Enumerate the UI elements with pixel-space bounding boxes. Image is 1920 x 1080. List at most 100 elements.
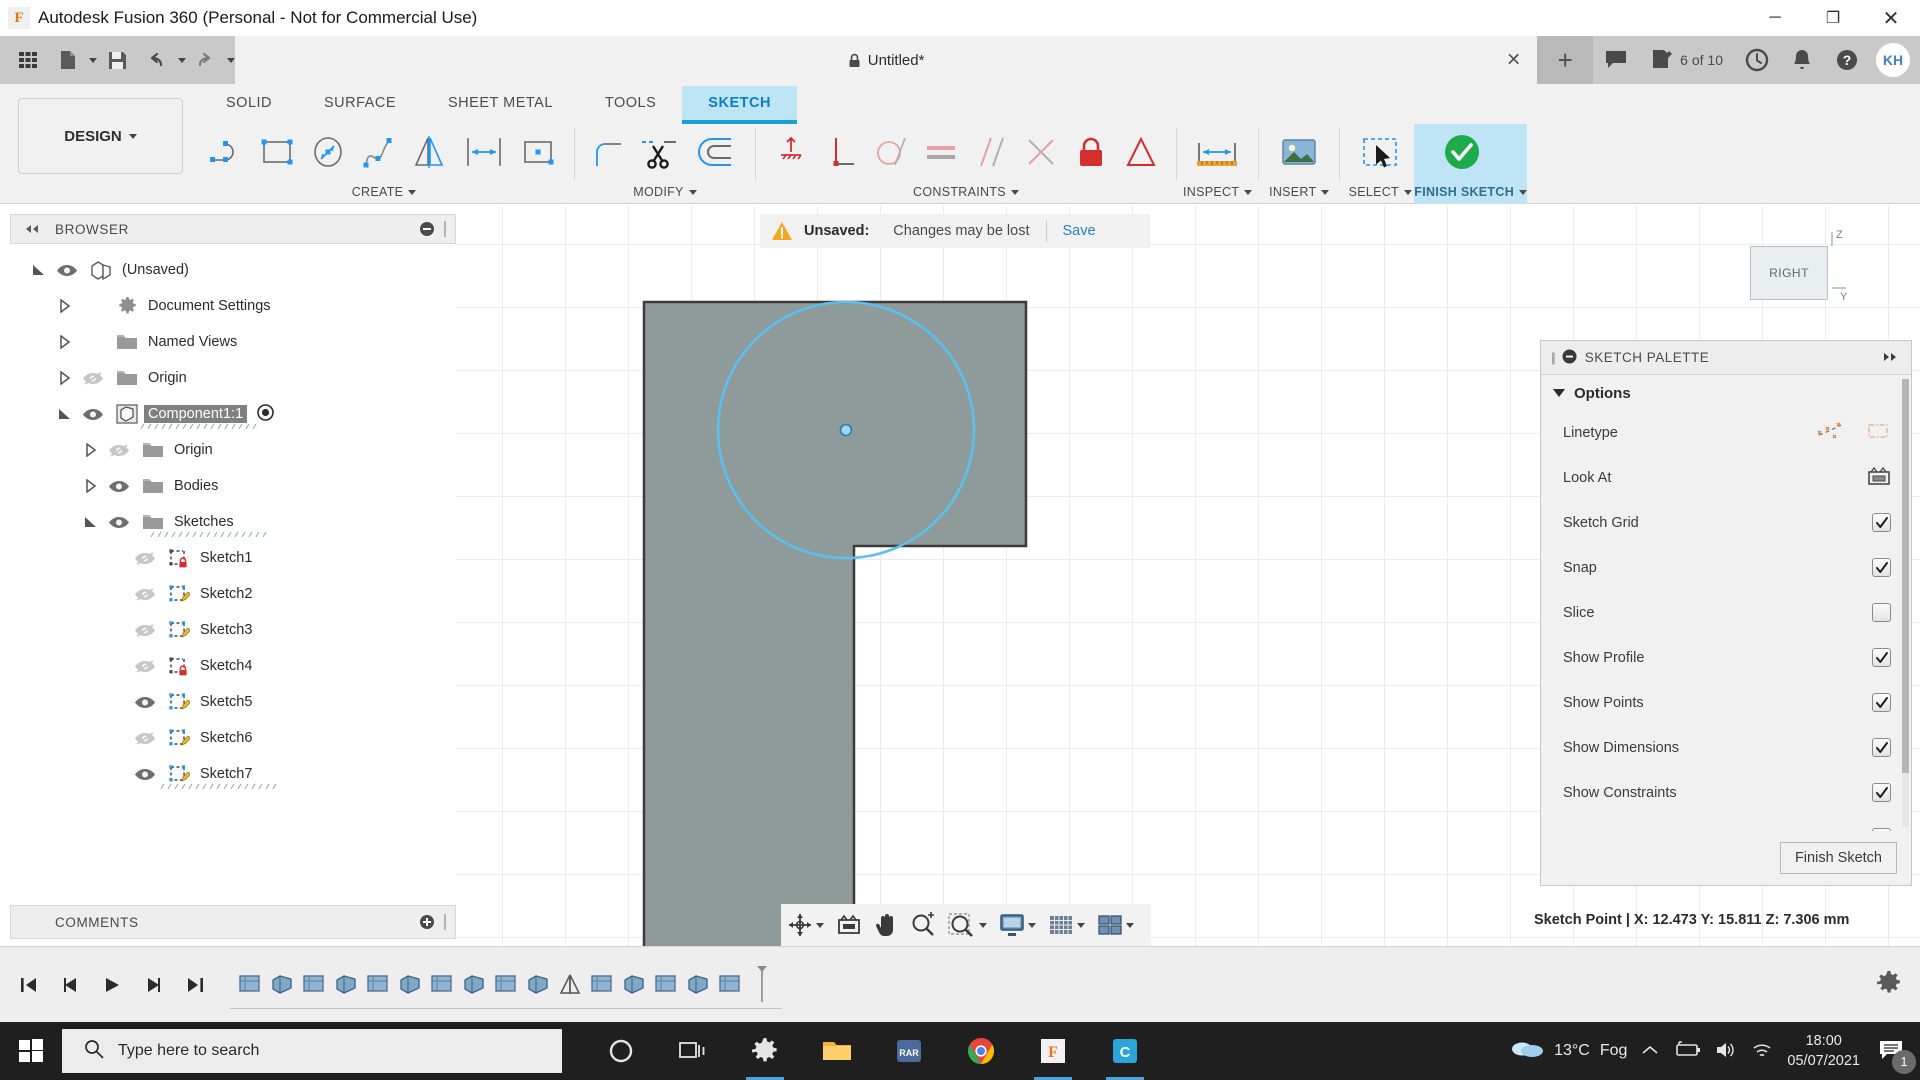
- timeline-feature-track[interactable]: [230, 961, 782, 1009]
- eye-hidden-icon[interactable]: [128, 551, 162, 566]
- sketch-palette-row-show-projected-geometries[interactable]: Show Projected Geometries: [1541, 815, 1911, 831]
- sketch-palette-row-slice[interactable]: Slice: [1541, 590, 1911, 635]
- avatar[interactable]: KH: [1876, 43, 1910, 77]
- chevron-down-icon[interactable]: [408, 189, 417, 195]
- timeline-feature-9[interactable]: [490, 964, 522, 1004]
- zoom-window-icon[interactable]: [942, 904, 993, 946]
- sketch-palette-row-show-points[interactable]: Show Points: [1541, 680, 1911, 725]
- chevron-right-icon[interactable]: [54, 299, 76, 313]
- action-center-icon[interactable]: 1: [1874, 1034, 1916, 1074]
- coincident-constraint-icon[interactable]: [1016, 127, 1066, 177]
- zoom-icon[interactable]: [904, 904, 942, 946]
- trim-icon[interactable]: [635, 127, 685, 177]
- help-icon[interactable]: ?: [1824, 36, 1870, 84]
- browser-tree-item-origin[interactable]: Origin: [10, 432, 456, 468]
- look-at-icon[interactable]: [1867, 466, 1891, 490]
- chevron-down-icon[interactable]: [979, 922, 987, 928]
- wifi-icon[interactable]: [1751, 1041, 1773, 1062]
- chevron-down-icon[interactable]: [1010, 189, 1019, 195]
- fillet-icon[interactable]: [585, 127, 635, 177]
- tab-tools[interactable]: TOOLS: [579, 86, 682, 120]
- browser-tree-item-sketch7[interactable]: Sketch7: [10, 756, 456, 792]
- view-cube-face[interactable]: RIGHT: [1750, 246, 1828, 300]
- eye-visible-icon[interactable]: [102, 515, 136, 530]
- browser-tree-item-sketch4[interactable]: Sketch4: [10, 648, 456, 684]
- eye-hidden-icon[interactable]: [128, 659, 162, 674]
- chevron-down-icon[interactable]: [688, 189, 697, 195]
- workspace-switcher-design[interactable]: DESIGN: [18, 98, 183, 174]
- ribbon-group-finish-sketch[interactable]: FINISH SKETCH: [1414, 124, 1528, 204]
- browser-tree-item-sketch2[interactable]: Sketch2: [10, 576, 456, 612]
- skip-to-start-icon[interactable]: [10, 965, 46, 1005]
- sketch-palette-row-linetype[interactable]: Linetype: [1541, 410, 1911, 455]
- pan-hand-icon[interactable]: [868, 904, 904, 946]
- eye-hidden-icon[interactable]: [128, 587, 162, 602]
- clock-icon[interactable]: [1734, 36, 1780, 84]
- skip-to-end-icon[interactable]: [178, 965, 214, 1005]
- timeline-feature-12[interactable]: [586, 964, 618, 1004]
- chevron-down-icon[interactable]: [1519, 189, 1528, 195]
- chevron-down-icon[interactable]: [1244, 189, 1253, 195]
- sketch-palette-row-show-profile[interactable]: Show Profile: [1541, 635, 1911, 680]
- browser-tree-item-sketch5[interactable]: Sketch5: [10, 684, 456, 720]
- mirror-icon[interactable]: [404, 127, 454, 177]
- fix-unfix-icon[interactable]: [1066, 127, 1116, 177]
- browser-tree-item-named-views[interactable]: Named Views: [10, 324, 456, 360]
- sketch-palette-options-section[interactable]: Options: [1541, 375, 1911, 410]
- expand-right-icon[interactable]: [1881, 350, 1901, 365]
- expander-open-icon[interactable]: [54, 407, 76, 421]
- rectangle-icon[interactable]: [254, 127, 304, 177]
- step-back-icon[interactable]: [52, 965, 88, 1005]
- chevron-down-icon[interactable]: [816, 922, 824, 928]
- browser-tree-item-document-settings[interactable]: Document Settings: [10, 288, 456, 324]
- new-tab-button[interactable]: +: [1537, 36, 1594, 84]
- checkbox[interactable]: [1872, 738, 1891, 757]
- sketch-palette-row-show-dimensions[interactable]: Show Dimensions: [1541, 725, 1911, 770]
- timeline-feature-2[interactable]: [266, 964, 298, 1004]
- browser-tree-item-sketch6[interactable]: Sketch6: [10, 720, 456, 756]
- new-document-dropdown-caret[interactable]: [89, 57, 97, 63]
- dimension-icon[interactable]: [454, 127, 514, 177]
- task-view-icon[interactable]: [664, 1022, 722, 1080]
- checkbox[interactable]: [1872, 603, 1891, 622]
- chevron-right-icon[interactable]: [80, 443, 102, 457]
- timeline-feature-14[interactable]: [650, 964, 682, 1004]
- timeline-feature-10[interactable]: [522, 964, 554, 1004]
- sketch-palette-row-show-constraints[interactable]: Show Constraints: [1541, 770, 1911, 815]
- chevron-down-icon[interactable]: [1077, 922, 1085, 928]
- chevron-right-icon[interactable]: [54, 335, 76, 349]
- file-explorer-icon[interactable]: [808, 1022, 866, 1080]
- new-document-icon[interactable]: [48, 40, 88, 80]
- settings-icon[interactable]: [736, 1022, 794, 1080]
- select-cursor-icon[interactable]: [1350, 127, 1410, 177]
- winrar-icon[interactable]: RAR: [880, 1022, 938, 1080]
- browser-panel-controls[interactable]: [419, 221, 447, 237]
- parallel-constraint-icon[interactable]: [966, 127, 1016, 177]
- browser-tree-item-bodies[interactable]: Bodies: [10, 468, 456, 504]
- finish-sketch-button[interactable]: Finish Sketch: [1779, 842, 1897, 874]
- taskbar-search[interactable]: Type here to search: [62, 1029, 562, 1073]
- expander-open-icon[interactable]: [28, 263, 50, 277]
- chevron-up-icon[interactable]: [1641, 1043, 1659, 1060]
- line-icon[interactable]: [204, 127, 254, 177]
- play-icon[interactable]: [94, 965, 130, 1005]
- sketch-palette-row-sketch-grid[interactable]: Sketch Grid: [1541, 500, 1911, 545]
- timeline-feature-5[interactable]: [362, 964, 394, 1004]
- sketch-palette-row-look-at[interactable]: Look At: [1541, 455, 1911, 500]
- eye-visible-icon[interactable]: [102, 479, 136, 494]
- look-at-icon[interactable]: [830, 904, 868, 946]
- timeline-feature-3[interactable]: [298, 964, 330, 1004]
- eye-visible-icon[interactable]: [50, 263, 84, 278]
- timeline-feature-15[interactable]: [682, 964, 714, 1004]
- construction-linetype-icon[interactable]: [1817, 421, 1843, 445]
- browser-tree-item-component1-1[interactable]: Component1:1: [10, 396, 456, 432]
- undo-icon[interactable]: [137, 40, 177, 80]
- weather-widget[interactable]: 13°C Fog: [1510, 1038, 1627, 1065]
- taskbar-clock[interactable]: 18:00 05/07/2021: [1787, 1031, 1860, 1071]
- save-link[interactable]: Save: [1063, 223, 1096, 239]
- checkbox[interactable]: [1872, 558, 1891, 577]
- orbit-icon[interactable]: [781, 904, 830, 946]
- chevron-right-icon[interactable]: [80, 479, 102, 493]
- eye-hidden-icon[interactable]: [128, 731, 162, 746]
- window-minimize-button[interactable]: ─: [1746, 0, 1804, 36]
